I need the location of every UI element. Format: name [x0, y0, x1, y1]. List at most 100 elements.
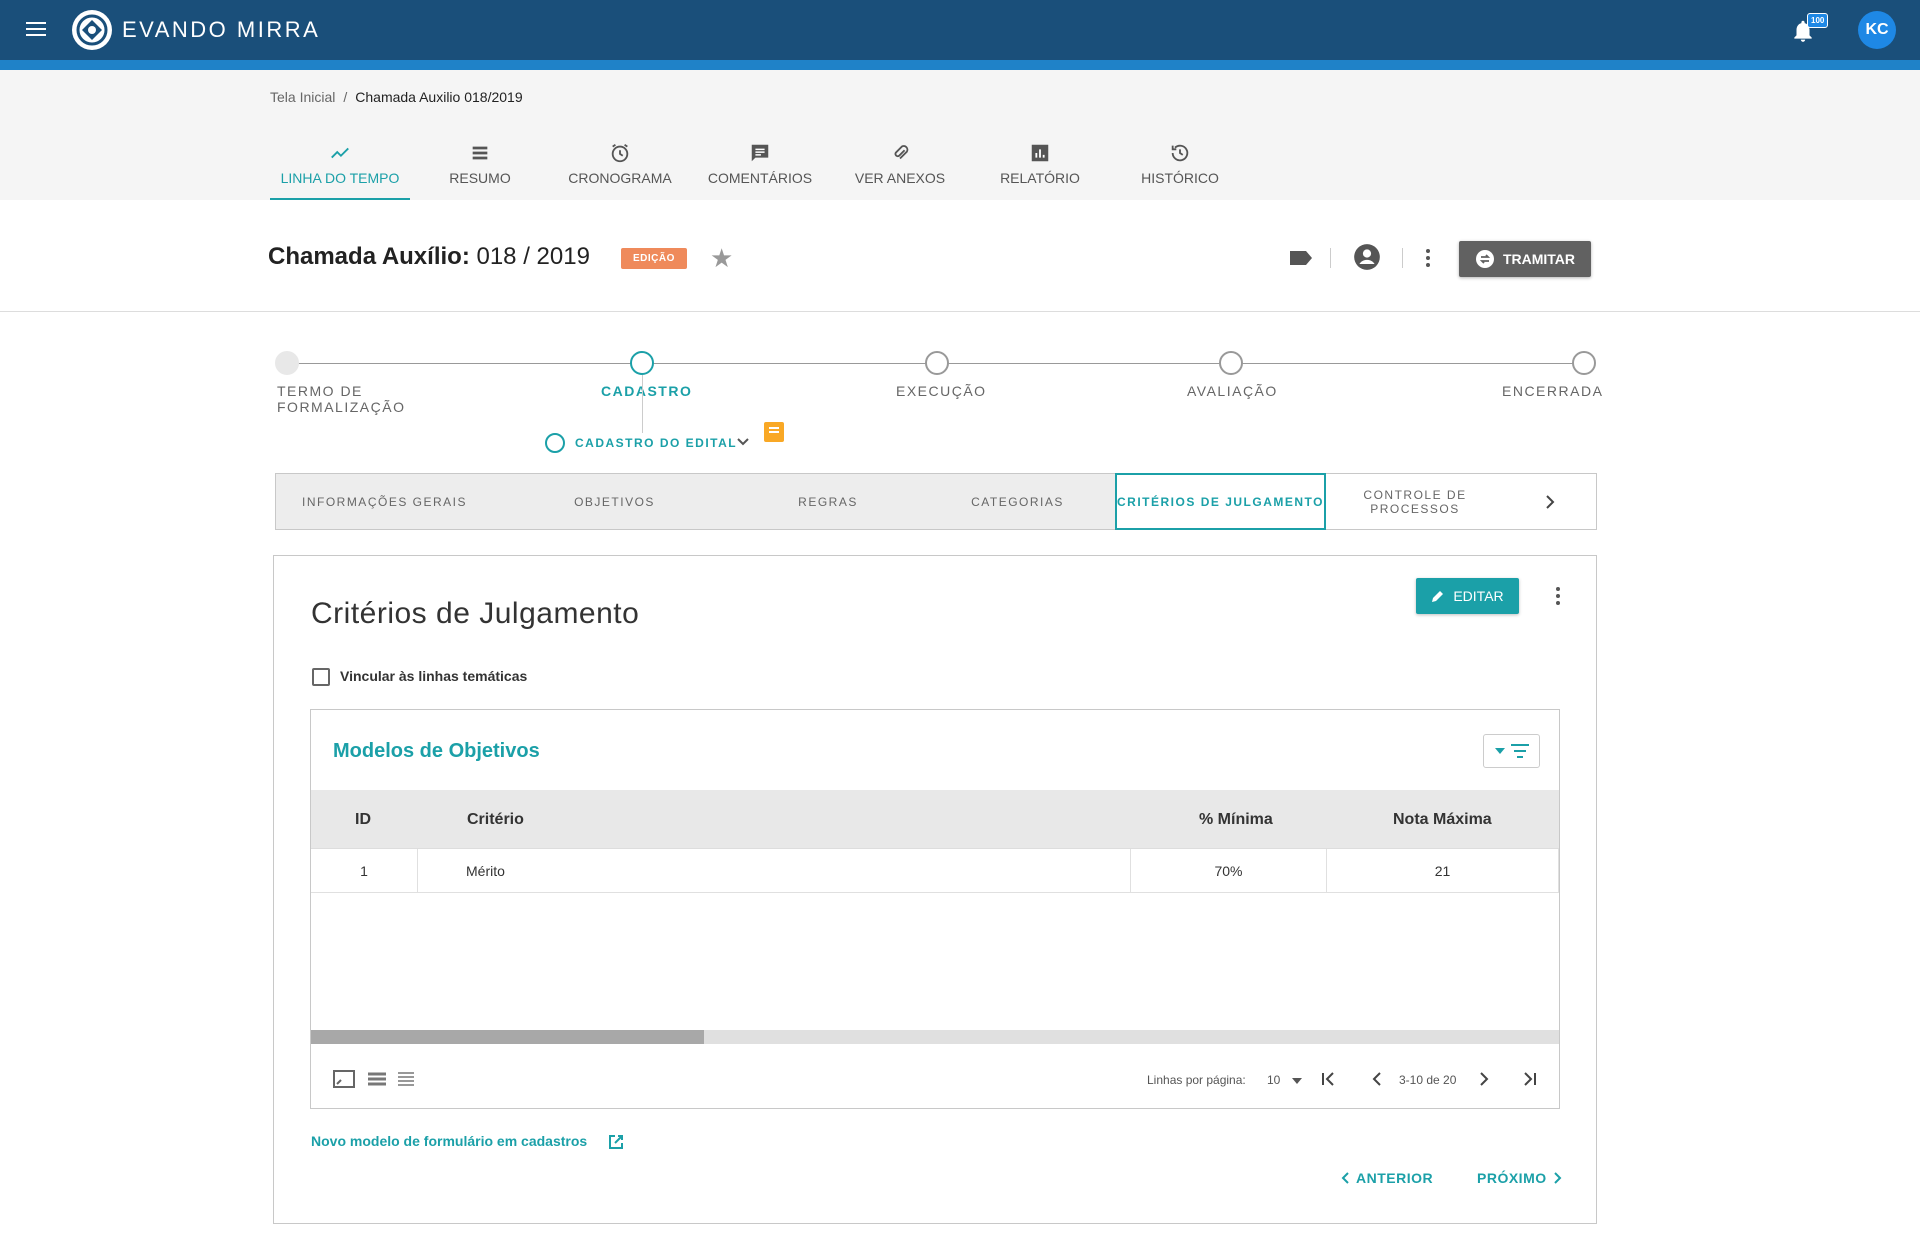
- page-range: 3-10 de 20: [1399, 1073, 1457, 1087]
- step-dot-termo[interactable]: [275, 351, 299, 375]
- cell-nota: 21: [1327, 849, 1559, 893]
- filter-button[interactable]: [1483, 734, 1540, 768]
- tab-label: RESUMO: [449, 170, 511, 186]
- subtab-criterios-julgamento[interactable]: CRITÉRIOS DE JULGAMENTO: [1115, 473, 1326, 530]
- user-avatar[interactable]: KC: [1858, 11, 1896, 49]
- list-icon: [472, 146, 488, 160]
- status-badge: EDIÇÃO: [621, 248, 687, 269]
- subtab-controle-processos[interactable]: CONTROLE DE PROCESSOS: [1326, 474, 1504, 529]
- breadcrumb-current: Chamada Auxilio 018/2019: [355, 89, 523, 105]
- filter-icon: [1510, 744, 1529, 758]
- subtab-categorias[interactable]: CATEGORIAS: [920, 474, 1115, 529]
- breadcrumb: Tela Inicial / Chamada Auxilio 018/2019: [270, 89, 523, 105]
- modelos-table-container: [310, 709, 1560, 1109]
- rows-per-page-label: Linhas por página:: [1147, 1073, 1246, 1087]
- cell-minima: 70%: [1131, 849, 1327, 893]
- table-header: ID Critério % Mínima Nota Máxima: [311, 790, 1559, 849]
- subtab-regras[interactable]: REGRAS: [736, 474, 920, 529]
- previous-button[interactable]: ANTERIOR: [1340, 1170, 1433, 1186]
- divider: [1330, 248, 1331, 268]
- tab-label: CRONOGRAMA: [568, 170, 672, 186]
- dropdown-arrow-icon: [1494, 748, 1505, 754]
- attachment-icon: [894, 145, 909, 160]
- breadcrumb-home-link[interactable]: Tela Inicial: [270, 89, 335, 105]
- title-divider: [0, 311, 1920, 312]
- rows-per-page-value: 10: [1267, 1073, 1281, 1087]
- tab-resumo[interactable]: RESUMO: [410, 140, 550, 200]
- step-label-execucao: EXECUÇÃO: [896, 383, 987, 399]
- tab-relatorio[interactable]: RELATÓRIO: [970, 140, 1110, 200]
- density-compact-icon[interactable]: [395, 1070, 417, 1088]
- step-dot-cadastro[interactable]: [630, 351, 654, 375]
- star-icon[interactable]: ★: [710, 243, 733, 274]
- last-page-icon[interactable]: [1519, 1069, 1541, 1089]
- cell-id: 1: [311, 849, 418, 893]
- page-title: Chamada Auxílio: 018 / 2019: [268, 243, 590, 271]
- new-model-link[interactable]: Novo modelo de formulário em cadastros: [311, 1133, 587, 1149]
- label-tag-icon[interactable]: [1288, 246, 1314, 270]
- vincular-checkbox-label: Vincular às linhas temáticas: [340, 668, 528, 684]
- subtabs-next-arrow[interactable]: [1504, 474, 1596, 529]
- breadcrumb-separator: /: [343, 89, 348, 105]
- step-dot-execucao[interactable]: [925, 351, 949, 375]
- page-title-prefix: Chamada Auxílio:: [268, 243, 470, 270]
- substep-label[interactable]: CADASTRO DO EDITAL: [575, 436, 737, 450]
- report-icon: [1031, 144, 1049, 162]
- edit-button[interactable]: EDITAR: [1416, 578, 1519, 614]
- pencil-icon: [1432, 591, 1444, 602]
- vincular-checkbox[interactable]: [312, 668, 330, 686]
- step-dot-avaliacao[interactable]: [1219, 351, 1243, 375]
- timeline-icon: [331, 147, 349, 159]
- open-in-new-icon[interactable]: [607, 1133, 625, 1151]
- first-page-icon[interactable]: [1317, 1069, 1339, 1089]
- edit-label: EDITAR: [1453, 588, 1504, 604]
- tramitar-button[interactable]: TRAMITAR: [1459, 241, 1591, 277]
- step-label-termo: TERMO DE FORMALIZAÇÃO: [277, 383, 406, 415]
- chevron-left-icon: [1341, 1172, 1349, 1184]
- table-title: Modelos de Objetivos: [333, 740, 540, 762]
- card-title: Critérios de Julgamento: [311, 597, 640, 630]
- card-more-options-icon[interactable]: [1548, 584, 1568, 608]
- step-label-avaliacao: AVALIAÇÃO: [1187, 383, 1278, 399]
- subtab-informacoes-gerais[interactable]: INFORMAÇÕES GERAIS: [276, 474, 493, 529]
- step-label-cadastro: CADASTRO: [601, 383, 693, 399]
- brand-name: EVANDO MIRRA: [122, 17, 321, 42]
- tab-label: VER ANEXOS: [854, 170, 946, 186]
- subtab-objetivos[interactable]: OBJETIVOS: [493, 474, 736, 529]
- cell-criterio: Mérito: [418, 849, 1131, 893]
- next-label: PRÓXIMO: [1477, 1170, 1547, 1186]
- table-row[interactable]: 1 Mérito 70% 21: [311, 849, 1559, 893]
- column-header-nota-maxima[interactable]: Nota Máxima: [1393, 790, 1492, 849]
- tab-comentarios[interactable]: COMENTÁRIOS: [690, 140, 830, 200]
- previous-page-icon[interactable]: [1366, 1069, 1388, 1089]
- tab-historico[interactable]: HISTÓRICO: [1110, 140, 1250, 200]
- app-bar: EVANDO MIRRA 100 KC: [0, 0, 1920, 60]
- next-button[interactable]: PRÓXIMO: [1477, 1170, 1563, 1186]
- step-dot-encerrada[interactable]: [1572, 351, 1596, 375]
- more-options-icon[interactable]: [1418, 246, 1438, 270]
- tab-linha-do-tempo[interactable]: LINHA DO TEMPO: [270, 140, 410, 200]
- scrollbar-thumb[interactable]: [311, 1030, 704, 1044]
- tab-ver-anexos[interactable]: VER ANEXOS: [830, 140, 970, 200]
- page-title-number: 018 / 2019: [476, 243, 590, 270]
- app-bar-accent-strip: [0, 60, 1920, 70]
- menu-icon[interactable]: [24, 18, 48, 42]
- tab-cronograma[interactable]: CRONOGRAMA: [550, 140, 690, 200]
- density-comfortable-icon[interactable]: [333, 1070, 355, 1088]
- chevron-down-icon[interactable]: [736, 437, 750, 447]
- chevron-right-icon: [1546, 494, 1555, 509]
- alarm-icon: [611, 143, 629, 163]
- notification-count-badge: 100: [1807, 13, 1829, 28]
- density-standard-icon[interactable]: [366, 1070, 388, 1088]
- comment-flag-icon[interactable]: [764, 422, 784, 442]
- divider: [1402, 248, 1403, 268]
- next-page-icon[interactable]: [1473, 1069, 1495, 1089]
- account-circle-icon[interactable]: [1353, 243, 1381, 271]
- history-icon: [1171, 144, 1189, 162]
- substep-dot[interactable]: [545, 433, 565, 453]
- column-header-criterio[interactable]: Critério: [467, 790, 524, 849]
- column-header-id[interactable]: ID: [355, 790, 371, 849]
- column-header-minima[interactable]: % Mínima: [1199, 790, 1273, 849]
- rows-per-page-select[interactable]: 10: [1267, 1073, 1302, 1087]
- chevron-right-icon: [1553, 1172, 1562, 1184]
